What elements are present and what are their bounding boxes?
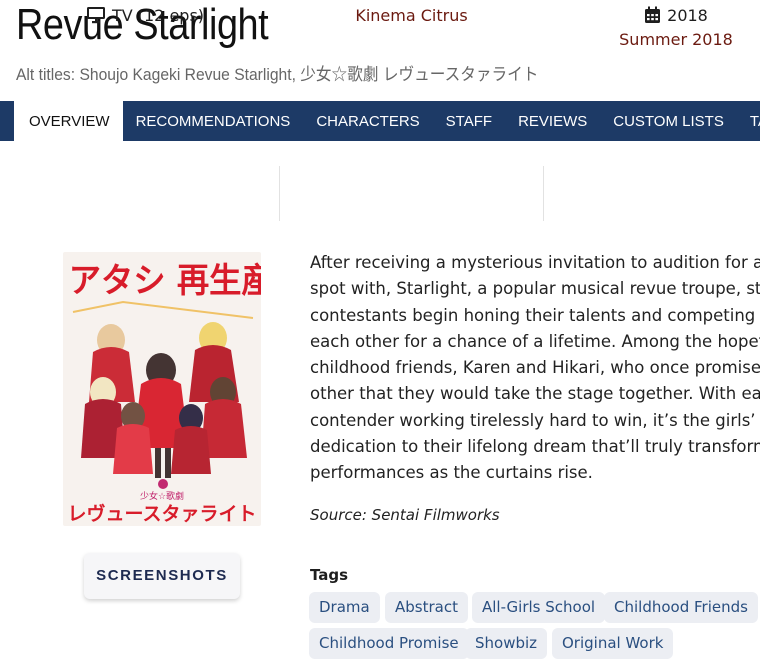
tab-characters[interactable]: Characters: [303, 101, 432, 141]
poster-top-text: アタシ 再生産: [69, 260, 261, 300]
synopsis-line: dedication to their lifelong dream that’…: [310, 437, 760, 457]
studio-link[interactable]: Kinema Citrus: [280, 6, 543, 62]
info-type: TV (12 eps): [40, 6, 250, 62]
year-label: 2018: [667, 6, 708, 25]
season-link[interactable]: Summer 2018: [560, 30, 760, 49]
tag-original-work[interactable]: Original Work: [552, 628, 674, 659]
synopsis-line: spot with, Starlight, a popular musical …: [310, 279, 760, 299]
type-label: TV (12 eps): [111, 6, 205, 25]
tab-reviews[interactable]: Reviews: [505, 101, 600, 141]
synopsis-line: contender working tirelessly hard to win…: [310, 410, 760, 430]
synopsis-line: childhood friends, Karen and Hikari, who…: [310, 358, 760, 378]
synopsis-line: other that they would take the stage tog…: [310, 384, 760, 404]
tag-childhood-friends[interactable]: Childhood Friends: [604, 592, 758, 623]
synopsis-line: performances as the curtains rise.: [310, 463, 593, 483]
tab-recommendations[interactable]: Recommendations: [123, 101, 304, 141]
tab-overview[interactable]: Overview: [14, 101, 123, 141]
poster-image[interactable]: アタシ 再生産 少女☆歌劇 レヴュースタァライト: [63, 252, 261, 526]
poster-logo-small: 少女☆歌劇: [140, 490, 184, 502]
screenshots-button[interactable]: SCREENSHOTS: [84, 553, 240, 599]
info-divider: [279, 166, 280, 221]
tab-tags[interactable]: Tags: [737, 101, 760, 141]
tag-childhood-promise[interactable]: Childhood Promise: [309, 628, 469, 659]
tab-custom-lists[interactable]: Custom Lists: [600, 101, 737, 141]
tab-bar: Overview Recommendations Characters Staf…: [0, 101, 760, 141]
tag-drama[interactable]: Drama: [309, 592, 380, 623]
tags-heading: Tags: [310, 566, 349, 584]
alt-titles: Alt titles: Shoujo Kageki Revue Starligh…: [16, 65, 539, 84]
tag-abstract[interactable]: Abstract: [385, 592, 468, 623]
info-divider: [543, 166, 544, 221]
tab-staff[interactable]: Staff: [433, 101, 505, 141]
info-year: 2018 Summer 2018: [560, 6, 760, 62]
synopsis-line: contestants begin honing their talents a…: [310, 305, 760, 325]
poster-logo: レヴュースタァライト: [67, 502, 256, 525]
calendar-icon: [644, 6, 661, 28]
synopsis-line: each other for a chance of a lifetime. A…: [310, 331, 760, 351]
tv-icon: [86, 6, 106, 28]
tag-showbiz[interactable]: Showbiz: [465, 628, 548, 659]
synopsis: After receiving a mysterious invitation …: [310, 250, 760, 487]
tag-all-girls-school[interactable]: All-Girls School: [472, 592, 606, 623]
synopsis-source: Source: Sentai Filmworks: [310, 506, 500, 524]
synopsis-line: After receiving a mysterious invitation …: [310, 253, 760, 272]
